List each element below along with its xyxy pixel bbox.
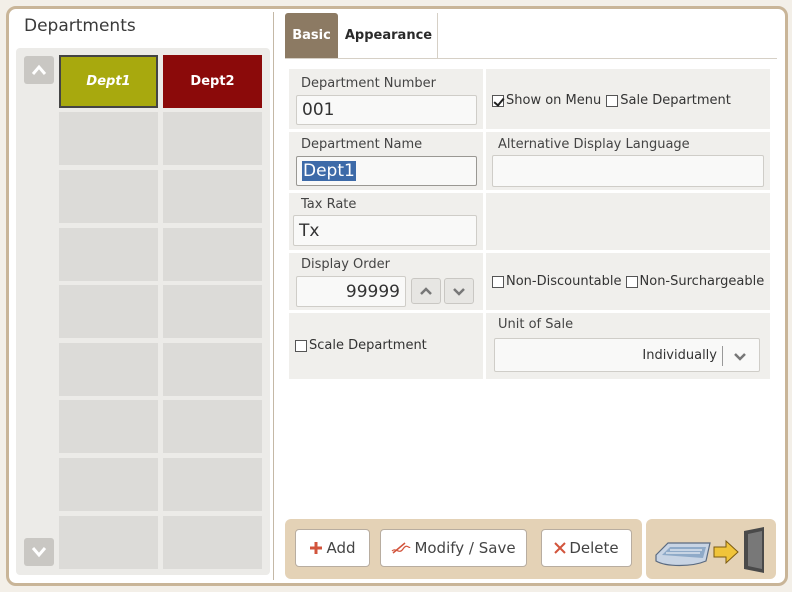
display-order-cell: Display Order 99999 [289,253,483,310]
alt-language-cell: Alternative Display Language [486,132,770,190]
discount-options[interactable]: Non-Discountable Non-Surchargeable [492,274,764,289]
chevron-down-icon [31,547,47,558]
unit-of-sale-value: Individually [642,348,717,363]
tab-basic[interactable]: Basic [285,13,338,58]
tab-underline [285,58,777,59]
scale-department-cell: Scale Department [289,313,483,379]
empty-department-cell[interactable] [59,400,158,453]
panel-divider [273,12,274,580]
select-separator [722,346,723,366]
unit-of-sale-select[interactable]: Individually [494,338,760,372]
empty-department-cell[interactable] [59,170,158,223]
display-order-label: Display Order [301,257,390,272]
chevron-up-icon [420,287,432,295]
scale-department-checkbox[interactable] [295,339,307,352]
department-button-dept2[interactable]: Dept2 [163,55,262,108]
department-button-dept1[interactable]: Dept1 [59,55,158,108]
unit-of-sale-cell: Unit of Sale Individually [486,313,770,379]
unit-of-sale-label: Unit of Sale [498,317,574,332]
chevron-up-icon [31,64,47,75]
show-on-menu-label: Show on Menu [506,93,602,108]
scroll-up-button[interactable] [24,56,54,84]
tax-rate-input[interactable]: Tx [293,215,477,246]
row-scale-unit: Scale Department Unit of Sale Individual… [289,313,770,379]
empty-department-cell[interactable] [163,112,262,165]
department-number-input[interactable]: 001 [296,95,477,125]
sale-department-checkbox[interactable] [606,94,619,107]
display-order-decrement-button[interactable] [444,278,474,304]
chevron-down-icon [734,353,746,361]
scale-department-option[interactable]: Scale Department [295,338,427,353]
alt-language-input[interactable] [492,155,764,187]
add-button[interactable]: Add [295,529,370,567]
empty-department-cell[interactable] [163,516,262,569]
menu-options-cell: Show on Menu Sale Department [486,69,770,129]
delete-x-icon [554,542,567,554]
departments-title: Departments [24,16,136,36]
department-name-selected-text: Dept1 [302,161,356,181]
exit-button[interactable] [646,519,776,579]
tax-rate-label: Tax Rate [301,197,357,212]
department-number-label: Department Number [301,76,437,91]
pencil-icon [392,542,411,554]
row-tax-rate: Tax Rate Tx [289,193,770,250]
alt-language-label: Alternative Display Language [498,137,690,152]
department-name-input[interactable]: Dept1 [296,156,477,186]
empty-department-cell[interactable] [59,458,158,511]
sale-department-label: Sale Department [620,93,731,108]
display-order-increment-button[interactable] [411,278,441,304]
non-surchargeable-checkbox[interactable] [625,275,638,288]
modify-save-button[interactable]: Modify / Save [380,529,527,567]
empty-department-cell[interactable] [59,516,158,569]
row-department-name: Department Name Dept1 Alternative Displa… [289,132,770,190]
department-name-cell: Department Name Dept1 [289,132,483,190]
empty-department-cell[interactable] [59,343,158,396]
delete-button-label: Delete [569,539,619,557]
show-on-menu-option[interactable]: Show on Menu Sale Department [492,93,731,108]
empty-department-cell[interactable] [163,228,262,281]
keyboard-exit-icon [655,527,764,573]
tab-appearance[interactable]: Appearance [340,13,438,58]
non-discountable-checkbox[interactable] [492,275,504,288]
non-discountable-label: Non-Discountable [506,274,622,289]
scroll-down-button[interactable] [24,538,54,566]
display-order-input[interactable]: 99999 [296,276,406,307]
empty-department-cell[interactable] [59,112,158,165]
tax-rate-cell: Tax Rate Tx [289,193,483,250]
empty-department-cell[interactable] [163,400,262,453]
row-department-number: Department Number 001 Show on Menu Sale … [289,69,770,129]
discount-options-cell: Non-Discountable Non-Surchargeable [486,253,770,310]
empty-department-cell[interactable] [59,228,158,281]
show-on-menu-checkbox[interactable] [492,94,504,107]
empty-department-cell[interactable] [163,170,262,223]
plus-icon [310,542,323,554]
add-button-label: Add [326,539,356,557]
empty-department-cell[interactable] [59,285,158,338]
scale-department-label: Scale Department [309,338,427,353]
empty-cell [486,193,770,250]
empty-department-cell[interactable] [163,458,262,511]
action-bar: Add Modify / Save Delete [285,519,642,579]
modify-save-button-label: Modify / Save [414,539,516,557]
department-number-cell: Department Number 001 [289,69,483,129]
department-name-label: Department Name [301,137,423,152]
row-display-order: Display Order 99999 Non-Discountable Non… [289,253,770,310]
non-surchargeable-label: Non-Surchargeable [639,274,765,289]
empty-department-cell[interactable] [163,285,262,338]
delete-button[interactable]: Delete [541,529,632,567]
chevron-down-icon [453,288,465,296]
empty-department-cell[interactable] [163,343,262,396]
